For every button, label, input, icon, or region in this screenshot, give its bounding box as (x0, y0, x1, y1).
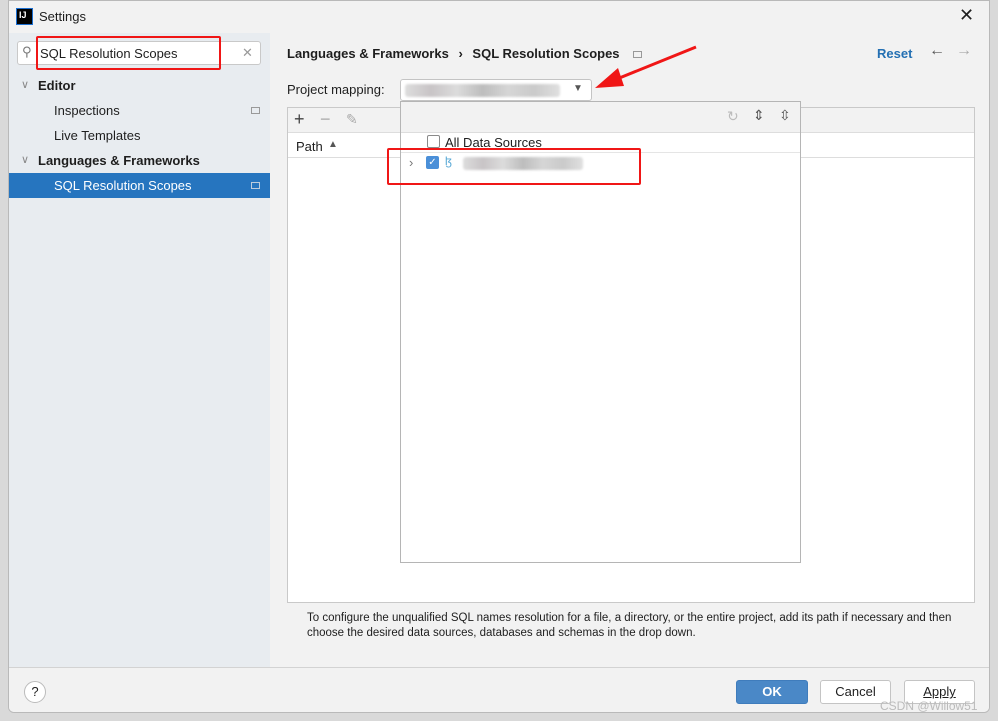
forward-arrow-icon[interactable]: → (956, 42, 972, 60)
sidebar-item-label: Inspections (54, 103, 120, 118)
blurred-value (405, 84, 560, 97)
refresh-icon[interactable]: ↻ (727, 108, 739, 125)
project-settings-icon (251, 182, 260, 189)
back-arrow-icon[interactable]: ← (929, 42, 945, 60)
reset-link[interactable]: Reset (877, 46, 912, 61)
checkbox[interactable] (427, 135, 440, 148)
project-settings-icon (251, 107, 260, 114)
sidebar-item-live-templates[interactable]: Live Templates (9, 123, 270, 148)
popup-toolbar: ↻ ⇕ ⇳ (401, 102, 800, 133)
annotation-box-search (36, 36, 221, 70)
breadcrumb-separator: › (458, 46, 463, 61)
intellij-icon: IJ (16, 8, 33, 25)
title-bar: IJ Settings ✕ (9, 1, 989, 33)
clear-icon[interactable]: ✕ (242, 45, 253, 61)
sidebar-item-inspections[interactable]: Inspections (9, 98, 270, 123)
sidebar-item-languages-frameworks[interactable]: ∨ Languages & Frameworks (9, 148, 270, 173)
close-icon[interactable]: ✕ (959, 5, 974, 26)
annotation-arrow (595, 45, 697, 88)
sidebar: ⚲ SQL Resolution Scopes ✕ ∨ Editor Inspec… (9, 33, 270, 667)
chevron-down-icon: ∨ (21, 79, 30, 91)
watermark: CSDN @Willow51 (880, 699, 978, 713)
sidebar-item-sql-resolution-scopes[interactable]: SQL Resolution Scopes (9, 173, 270, 198)
search-icon: ⚲ (22, 44, 32, 59)
collapse-all-icon[interactable]: ⇳ (779, 107, 791, 124)
remove-icon[interactable]: − (320, 109, 331, 130)
breadcrumb: Languages & Frameworks › SQL Resolution … (287, 46, 643, 61)
sidebar-item-editor[interactable]: ∨ Editor (9, 73, 270, 98)
edit-icon[interactable]: ✎ (346, 111, 358, 128)
add-icon[interactable]: + (294, 109, 305, 130)
settings-dialog: IJ Settings ✕ ⚲ SQL Resolution Scopes ✕ … (8, 0, 990, 713)
sort-ascending-icon: ▲ (328, 139, 338, 150)
sidebar-item-label: Languages & Frameworks (38, 153, 200, 168)
dropdown-arrow-icon: ▼ (573, 83, 583, 94)
help-button[interactable]: ? (24, 681, 46, 703)
annotation-box-data-source (387, 148, 641, 185)
sidebar-item-label: SQL Resolution Scopes (54, 178, 192, 193)
expand-all-icon[interactable]: ⇕ (753, 107, 765, 124)
sidebar-item-label: Editor (38, 78, 76, 93)
project-mapping-label: Project mapping: (287, 82, 385, 97)
ok-button[interactable]: OK (736, 680, 808, 704)
breadcrumb-parent: Languages & Frameworks (287, 46, 449, 61)
column-label: Path (296, 139, 323, 154)
window-title: Settings (39, 9, 86, 24)
description-text: To configure the unqualified SQL names r… (307, 612, 952, 639)
project-mapping-dropdown[interactable]: ▼ (400, 79, 592, 101)
footer: ? OK Cancel Apply (9, 667, 989, 712)
chevron-down-icon: ∨ (21, 154, 30, 166)
sidebar-item-label: Live Templates (54, 128, 141, 143)
